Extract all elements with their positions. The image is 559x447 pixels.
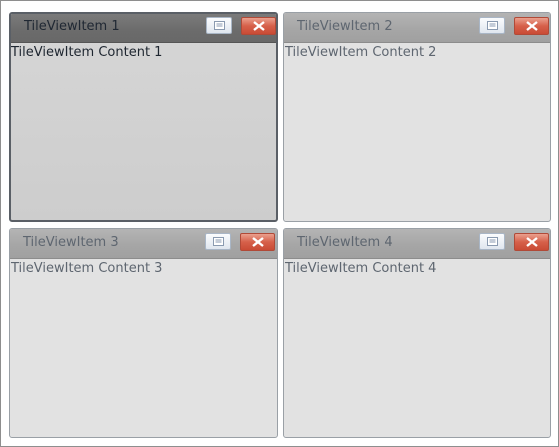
tile-title-3: TileViewItem 3 — [23, 235, 119, 250]
maximize-icon — [487, 21, 498, 30]
tile-title-1: TileViewItem 1 — [24, 19, 120, 34]
tile-item-2[interactable]: TileViewItem 2 TileViewItem Content 2 — [283, 12, 551, 222]
tile-content-1: TileViewItem Content 1 — [11, 45, 163, 60]
tile-header-2[interactable]: TileViewItem 2 — [284, 13, 550, 43]
close-button-4[interactable] — [514, 233, 549, 251]
maximize-icon — [213, 237, 224, 246]
close-button-1[interactable] — [241, 17, 276, 35]
maximize-button-1[interactable] — [206, 17, 232, 34]
tile-content-2: TileViewItem Content 2 — [285, 45, 437, 60]
maximize-icon — [214, 21, 225, 30]
maximize-button-4[interactable] — [479, 233, 505, 250]
tile-view: TileViewItem 1 TileViewItem Content 1 Ti… — [0, 0, 559, 447]
tile-title-2: TileViewItem 2 — [297, 19, 393, 34]
tile-header-1[interactable]: TileViewItem 1 — [11, 14, 276, 43]
tile-title-4: TileViewItem 4 — [297, 235, 393, 250]
maximize-icon — [487, 237, 498, 246]
close-button-3[interactable] — [240, 233, 275, 251]
tile-item-1[interactable]: TileViewItem 1 TileViewItem Content 1 — [9, 12, 278, 222]
tile-item-4[interactable]: TileViewItem 4 TileViewItem Content 4 — [283, 228, 551, 438]
tile-header-3[interactable]: TileViewItem 3 — [10, 229, 277, 259]
close-icon — [253, 21, 265, 31]
maximize-button-3[interactable] — [205, 233, 231, 250]
close-button-2[interactable] — [514, 17, 549, 35]
maximize-button-2[interactable] — [479, 17, 505, 34]
tile-item-3[interactable]: TileViewItem 3 TileViewItem Content 3 — [9, 228, 278, 438]
tile-content-3: TileViewItem Content 3 — [11, 261, 163, 276]
close-icon — [526, 237, 538, 247]
tile-header-4[interactable]: TileViewItem 4 — [284, 229, 550, 259]
close-icon — [252, 237, 264, 247]
tile-content-4: TileViewItem Content 4 — [285, 261, 437, 276]
close-icon — [526, 21, 538, 31]
